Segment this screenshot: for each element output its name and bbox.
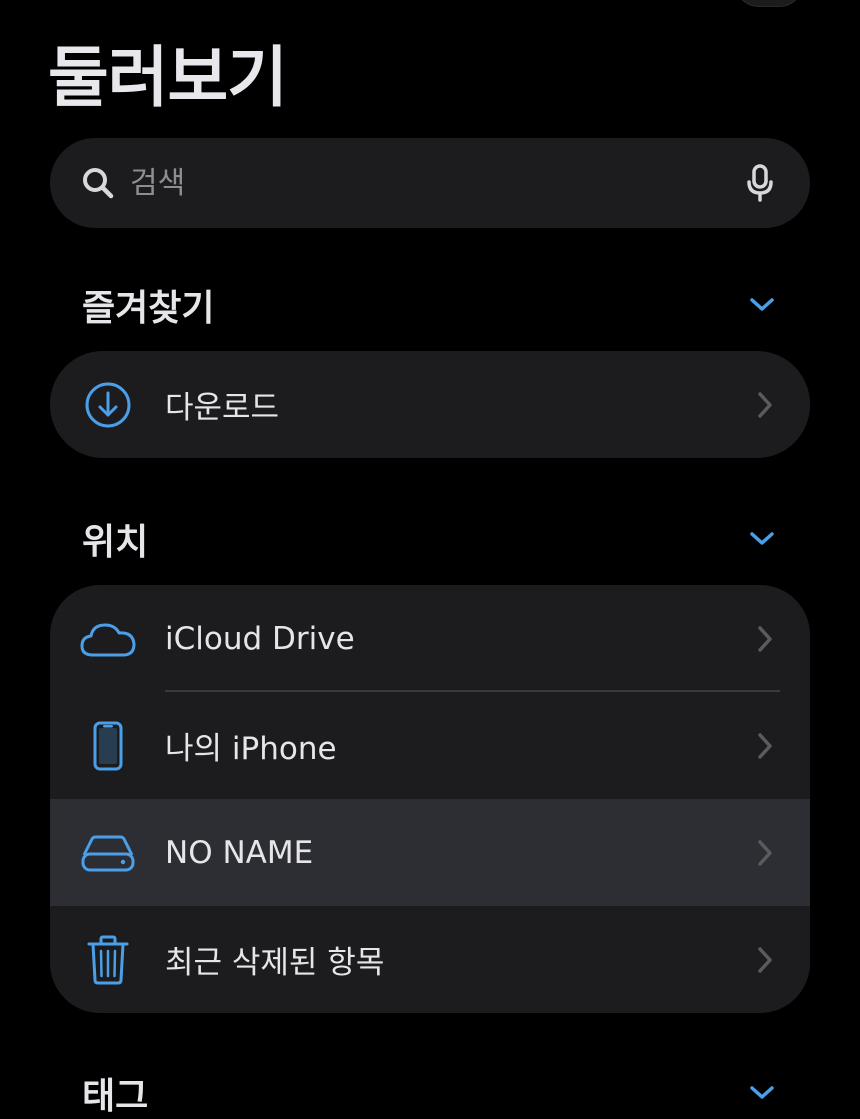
locations-section-header: 위치 [82, 514, 782, 564]
search-bar[interactable] [50, 138, 810, 228]
chevron-right-icon [750, 940, 780, 980]
locations-section-title: 위치 [82, 522, 149, 563]
list-item-icloud-drive[interactable]: iCloud Drive [50, 585, 810, 692]
download-icon [78, 375, 138, 435]
chevron-right-icon [750, 385, 780, 425]
list-item-no-name-drive[interactable]: NO NAME [50, 799, 810, 906]
list-item-label: 최근 삭제된 항목 [165, 945, 385, 981]
search-icon [80, 165, 116, 201]
list-item-label: 나의 iPhone [165, 731, 337, 767]
chevron-right-icon [750, 619, 780, 659]
list-item-label: iCloud Drive [165, 620, 355, 657]
drive-icon [78, 823, 138, 883]
tags-section-header: 태그 [82, 1068, 782, 1118]
page-title: 둘러보기 [48, 39, 288, 116]
locations-list: iCloud Drive 나의 iPhone NO NAME 최근 삭제된 항목 [50, 585, 810, 1013]
list-item-label: 다운로드 [165, 390, 280, 426]
favorites-list: 다운로드 [50, 351, 810, 458]
chevron-right-icon [750, 833, 780, 873]
iphone-icon [78, 716, 138, 776]
microphone-icon[interactable] [742, 164, 778, 202]
tags-section-title: 태그 [82, 1076, 149, 1117]
trash-icon [78, 930, 138, 990]
favorites-section-header: 즐겨찾기 [82, 280, 782, 330]
profile-button-edge[interactable] [734, 0, 804, 7]
tags-collapse-chevron-icon[interactable] [742, 1073, 782, 1113]
cloud-icon [78, 609, 138, 669]
locations-collapse-chevron-icon[interactable] [742, 519, 782, 559]
favorites-collapse-chevron-icon[interactable] [742, 285, 782, 325]
search-input[interactable] [116, 165, 742, 201]
chevron-right-icon [750, 726, 780, 766]
list-item-downloads[interactable]: 다운로드 [50, 351, 810, 458]
favorites-section-title: 즐겨찾기 [82, 288, 215, 329]
list-item-recently-deleted[interactable]: 최근 삭제된 항목 [50, 906, 810, 1013]
list-item-my-iphone[interactable]: 나의 iPhone [50, 692, 810, 799]
list-item-label: NO NAME [165, 834, 314, 871]
